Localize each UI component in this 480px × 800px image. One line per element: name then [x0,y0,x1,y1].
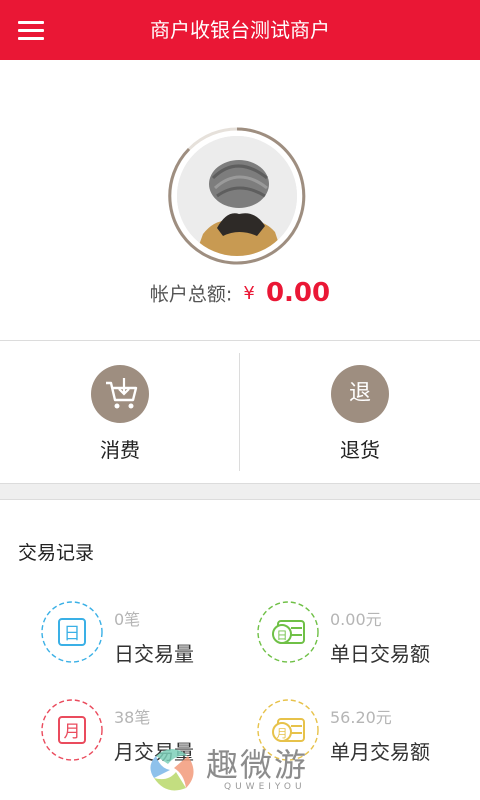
refund-label: 退货 [340,438,380,462]
app-header: 商户收银台测试商户 [0,0,480,60]
refund-icon: 退 [331,365,389,423]
stat-day-count[interactable]: 日 0笔 日交易量 [40,600,260,680]
stat-label: 日交易量 [114,642,194,666]
action-panel: 消费 退 退货 [0,341,480,483]
avatar-ring [167,126,307,266]
day-count-icon: 日 [41,601,103,663]
section-gap [0,483,480,500]
month-count-icon-text: 月 [64,722,81,742]
stat-label: 单日交易额 [330,642,430,666]
watermark-text: 趣微游 [206,746,309,784]
avatar[interactable] [177,136,297,256]
currency-symbol: ¥ [243,282,255,304]
stat-value: 0.00元 [330,610,382,629]
stat-value: 38笔 [114,708,151,727]
page-title: 商户收银台测试商户 [150,18,330,42]
refund-icon-glyph: 退 [348,381,371,406]
menu-icon[interactable] [16,16,48,44]
stat-value: 56.20元 [330,708,392,727]
stat-day-amount[interactable]: 日 0.00元 单日交易额 [256,600,476,680]
watermark-logo-icon [150,749,194,791]
month-count-icon: 月 [41,699,103,761]
balance-row: 帐户总额: ¥ 0.00 [0,278,480,312]
records-title: 交易记录 [18,542,95,564]
stat-value: 0笔 [114,610,141,629]
refund-button[interactable]: 退 退货 [240,341,480,483]
day-count-icon-text: 日 [64,624,81,644]
avatar-photo [177,136,297,256]
consume-label: 消费 [100,438,140,462]
profile-section: 帐户总额: ¥ 0.00 [0,60,480,340]
day-amount-icon: 日 [257,601,319,663]
balance-value: 0.00 [265,278,331,308]
day-amount-icon-text: 日 [277,629,288,642]
cart-icon [91,365,149,423]
watermark: 趣微游 QUWEIYOU [146,738,346,794]
watermark-subtext: QUWEIYOU [224,782,306,792]
balance-label: 帐户总额: [149,283,233,306]
consume-button[interactable]: 消费 [0,341,240,483]
